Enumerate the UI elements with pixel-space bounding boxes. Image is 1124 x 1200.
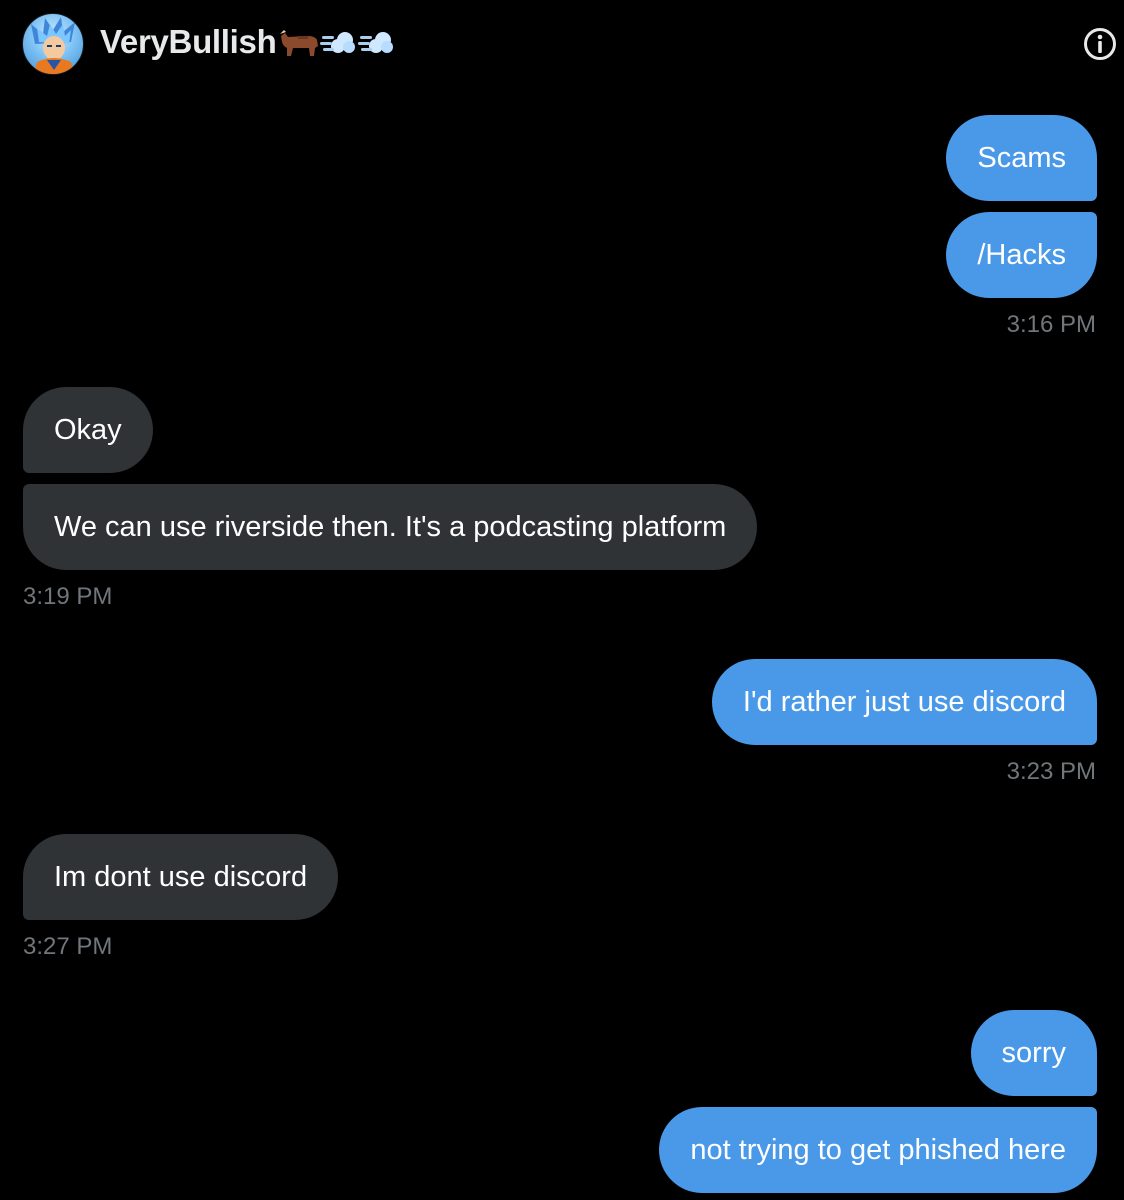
avatar[interactable] xyxy=(22,13,84,75)
message-bubble-sent[interactable]: I'd rather just use discord xyxy=(711,659,1097,745)
goku-avatar-icon xyxy=(31,17,75,74)
message-timestamp: 3:19 PM xyxy=(23,583,113,610)
message-bubble-received[interactable]: Okay xyxy=(23,387,153,473)
message-bubble-received[interactable]: We can use riverside then. It's a podcas… xyxy=(23,484,758,570)
name-emojis xyxy=(278,26,396,58)
message-bubble-sent[interactable]: not trying to get phished here xyxy=(659,1107,1097,1193)
user-name-text: VeryBullish xyxy=(100,23,277,60)
message-bubble-sent[interactable]: /Hacks xyxy=(946,212,1097,298)
conversation-user-name[interactable]: VeryBullish xyxy=(100,20,396,64)
message-bubble-sent[interactable]: sorry xyxy=(970,1010,1097,1096)
conversation-header: VeryBullish xyxy=(0,0,1124,88)
info-icon xyxy=(1084,28,1116,60)
message-bubble-sent[interactable]: Scams xyxy=(946,115,1097,201)
message-timestamp: 3:23 PM xyxy=(1006,758,1096,785)
dash-emoji-icon xyxy=(320,32,356,53)
dm-conversation: VeryBullish Scams /Hacks 3:16 PM Okay We… xyxy=(0,0,1124,1200)
message-timestamp: 3:16 PM xyxy=(1006,311,1096,338)
ox-emoji-icon xyxy=(280,30,319,56)
message-bubble-received[interactable]: Im dont use discord xyxy=(23,834,339,920)
dash-emoji-icon xyxy=(358,32,394,53)
conversation-info-button[interactable] xyxy=(1082,26,1118,62)
message-timestamp: 3:27 PM xyxy=(23,933,113,960)
